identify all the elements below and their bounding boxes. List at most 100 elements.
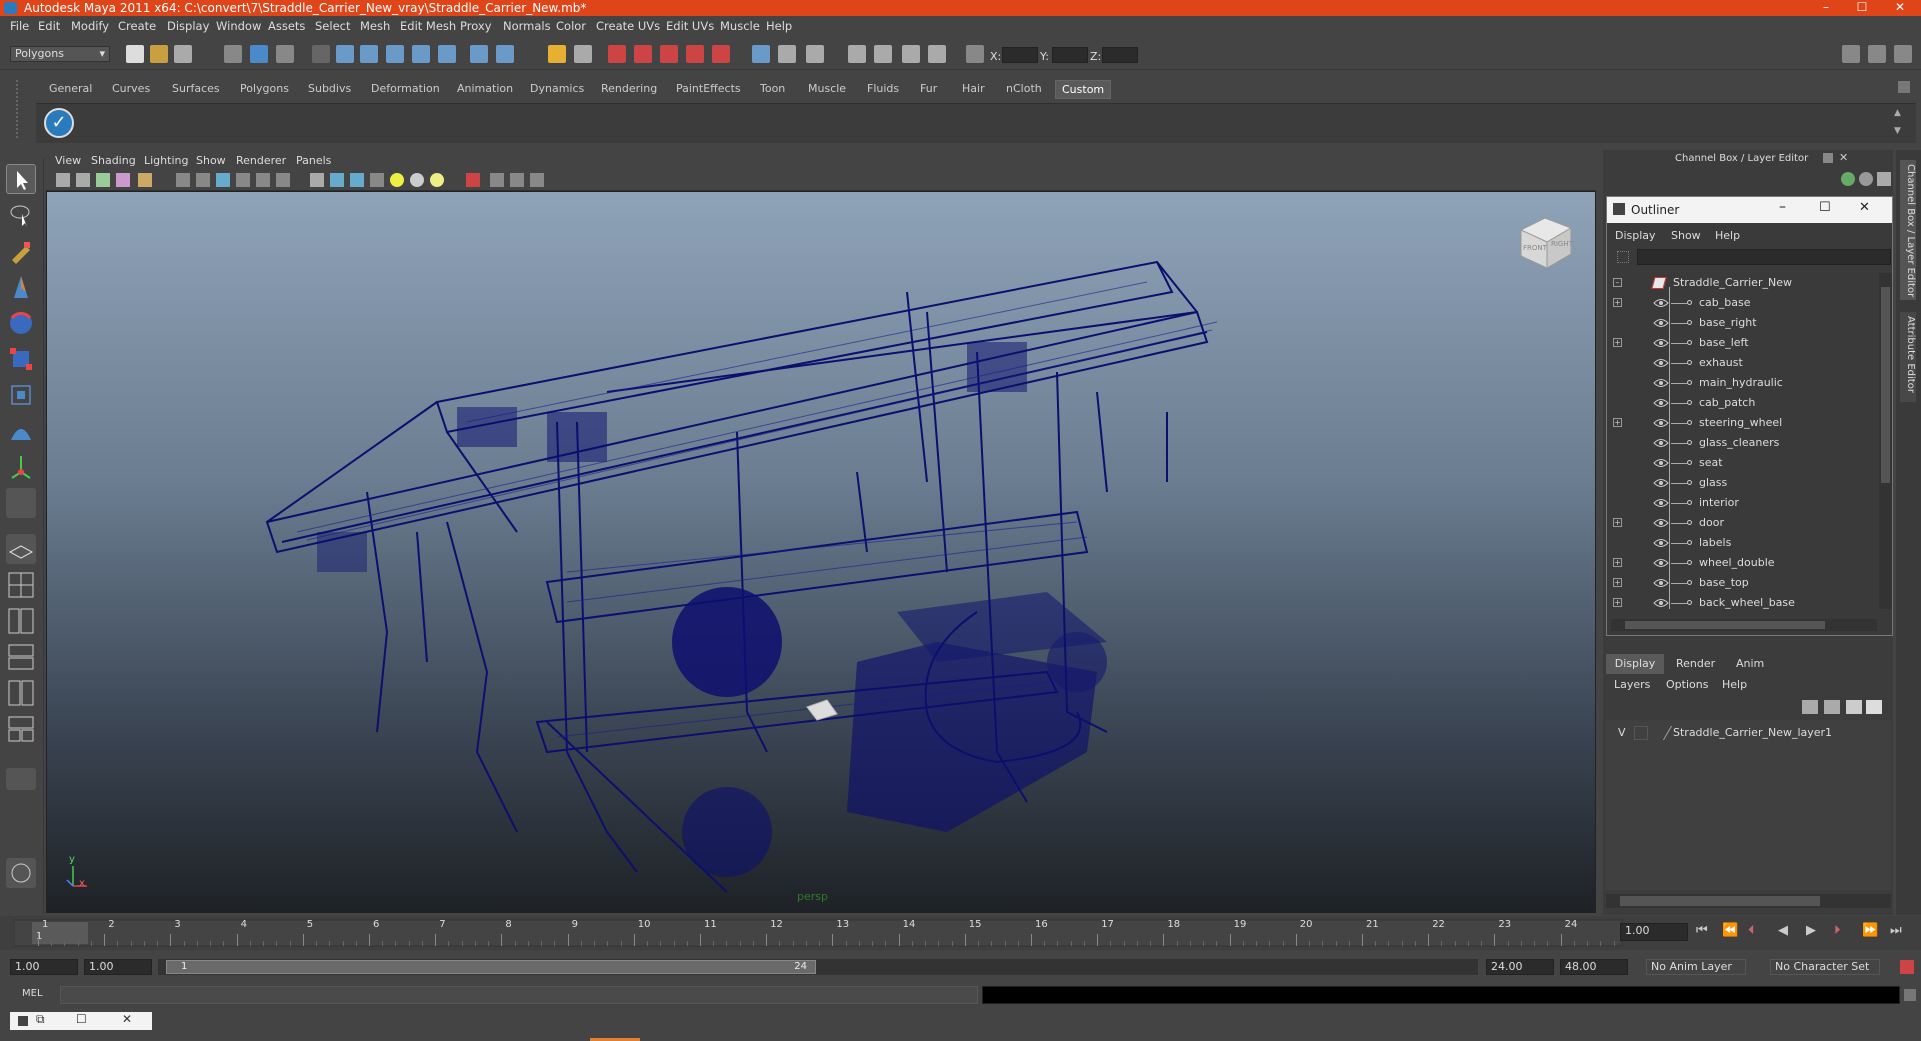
character-set-dropdown[interactable]: No Character Set <box>1770 959 1880 975</box>
filter-icon[interactable] <box>1617 251 1629 263</box>
shelf-tab-subdivs[interactable]: Subdivs <box>308 82 351 95</box>
layer-row[interactable]: V Straddle_Carrier_New_layer1 <box>1606 723 1891 743</box>
shelf-tab-rendering[interactable]: Rendering <box>601 82 657 95</box>
layout-hypershade-icon[interactable] <box>6 678 36 708</box>
select-by-object-icon[interactable] <box>250 45 268 63</box>
outliner-vscrollbar[interactable] <box>1879 273 1892 609</box>
anim-layer-dropdown[interactable]: No Anim Layer <box>1646 959 1746 975</box>
shelf-scroll-down-icon[interactable]: ▼ <box>1894 126 1904 136</box>
mel-label[interactable]: MEL <box>22 988 43 999</box>
layer-tab-display[interactable]: Display <box>1606 654 1664 674</box>
film-gate-icon[interactable] <box>196 173 210 187</box>
lock-icon[interactable] <box>548 45 566 63</box>
select-tool-icon[interactable] <box>6 164 36 194</box>
menu-edit[interactable]: Edit <box>38 19 60 33</box>
wireframe-icon[interactable] <box>310 173 324 187</box>
new-scene-icon[interactable] <box>126 45 144 63</box>
layer-tab-anim[interactable]: Anim <box>1736 657 1764 670</box>
hypershade-icon[interactable] <box>686 45 704 63</box>
image-plane-icon[interactable] <box>116 173 130 187</box>
expand-icon[interactable]: + <box>1613 518 1622 527</box>
snap-point-icon[interactable] <box>386 45 404 63</box>
snap-surface-icon[interactable] <box>438 45 456 63</box>
render-current-icon[interactable] <box>608 45 626 63</box>
menu-color[interactable]: Color <box>556 19 586 33</box>
go-to-start-icon[interactable]: ⏮ <box>1696 923 1708 938</box>
outliner-menu-help[interactable]: Help <box>1715 229 1740 242</box>
shelf-tab-muscle[interactable]: Muscle <box>808 82 846 95</box>
expand-icon[interactable]: + <box>1613 418 1622 427</box>
save-scene-icon[interactable] <box>174 45 192 63</box>
expand-icon[interactable]: + <box>1613 558 1622 567</box>
close-small-icon[interactable]: ✕ <box>122 1012 132 1026</box>
outliner-minimize-icon[interactable]: – <box>1779 199 1786 215</box>
outliner-vscroll-thumb[interactable] <box>1881 287 1890 483</box>
smooth-shade-icon[interactable] <box>330 173 344 187</box>
new-layer-icon[interactable] <box>1846 700 1862 714</box>
grid-icon[interactable] <box>176 173 190 187</box>
menu-create[interactable]: Create <box>118 19 156 33</box>
layer-visibility-toggle[interactable]: V <box>1618 726 1626 739</box>
soft-modification-icon[interactable] <box>6 416 36 446</box>
move-layer-up-icon[interactable] <box>1802 700 1818 714</box>
menu-assets[interactable]: Assets <box>268 19 305 33</box>
float-panel-icon[interactable] <box>1823 153 1833 163</box>
shelf-options-icon[interactable] <box>1898 81 1910 93</box>
outliner-item[interactable]: seat <box>1607 453 1877 473</box>
move-tool-icon[interactable] <box>6 272 36 302</box>
perspective-viewport[interactable]: FRONT RIGHT x y persp <box>46 191 1596 913</box>
collapse-icon[interactable]: – <box>1613 278 1622 287</box>
expand-icon[interactable]: + <box>1613 578 1622 587</box>
gate-mask-icon[interactable] <box>236 173 250 187</box>
outliner-root-row[interactable]: – Straddle_Carrier_New <box>1607 273 1877 293</box>
snap-curve-icon[interactable] <box>360 45 378 63</box>
shelf-tab-fur[interactable]: Fur <box>920 82 937 95</box>
animation-start-field[interactable]: 1.00 <box>10 959 78 975</box>
menu-proxy[interactable]: Proxy <box>460 19 492 33</box>
outliner-item[interactable]: labels <box>1607 533 1877 553</box>
layout-outliner-persp-icon[interactable] <box>6 606 36 636</box>
menu-edit-uvs[interactable]: Edit UVs <box>666 19 714 33</box>
viewport-menu-view[interactable]: View <box>55 154 81 167</box>
view-cube[interactable]: FRONT RIGHT <box>1515 212 1575 272</box>
layout-custom-icon[interactable] <box>6 714 36 744</box>
time-slider[interactable]: 1 1.00 ⏮ ⏪ ⏴ ◀ ▶ ⏵ ⏩ ⏭ 1 2 3 4 5 6 7 8 9 10 11 12 13… <box>0 916 1921 950</box>
layer-editor-icon[interactable] <box>902 45 920 63</box>
outliner-item[interactable]: interior <box>1607 493 1877 513</box>
shelf-drag-handle[interactable] <box>16 80 28 138</box>
tool-settings-icon[interactable] <box>848 45 866 63</box>
universal-manipulator-icon[interactable] <box>6 380 36 410</box>
show-channel-box-icon[interactable] <box>1842 45 1860 63</box>
script-editor-icon[interactable] <box>6 858 36 888</box>
outliner-menu-display[interactable]: Display <box>1615 229 1656 242</box>
playback-end-field[interactable]: 24.00 <box>1486 959 1554 975</box>
outliner-item[interactable]: cab_patch <box>1607 393 1877 413</box>
shelf-tab-ncloth[interactable]: nCloth <box>1006 82 1042 95</box>
outliner-close-icon[interactable]: ✕ <box>1859 200 1870 215</box>
layer-scrollbar[interactable] <box>1606 894 1891 908</box>
expand-icon[interactable]: + <box>1613 598 1622 607</box>
resolution-gate-icon[interactable] <box>216 173 230 187</box>
select-by-hierarchy-icon[interactable] <box>224 45 242 63</box>
layer-menu-options[interactable]: Options <box>1666 678 1708 691</box>
outliner-maximize-icon[interactable]: ☐ <box>1819 200 1831 215</box>
animation-end-field[interactable]: 48.00 <box>1560 959 1628 975</box>
play-backwards-icon[interactable]: ◀ <box>1778 923 1788 938</box>
layer-template-toggle[interactable] <box>1634 726 1648 740</box>
expand-icon[interactable]: + <box>1613 298 1622 307</box>
outliner-hscrollbar[interactable] <box>1611 619 1877 631</box>
viewport-menu-shading[interactable]: Shading <box>91 154 136 167</box>
step-forward-frame-icon[interactable]: ⏩ <box>1862 923 1878 938</box>
shelf-tab-fluids[interactable]: Fluids <box>867 82 899 95</box>
minimize-button[interactable]: – <box>1806 0 1846 16</box>
menu-edit-mesh[interactable]: Edit Mesh <box>400 19 456 33</box>
layer-color-swatch[interactable] <box>1649 726 1673 740</box>
shelf-tab-surfaces[interactable]: Surfaces <box>172 82 220 95</box>
menu-muscle[interactable]: Muscle <box>720 19 760 33</box>
side-tab-attribute-editor[interactable]: Attribute Editor <box>1900 312 1916 402</box>
go-to-end-icon[interactable]: ⏭ <box>1890 923 1902 938</box>
playback-start-field[interactable]: 1.00 <box>84 959 152 975</box>
selection-highlight-icon[interactable] <box>574 45 592 63</box>
menu-modify[interactable]: Modify <box>71 19 109 33</box>
layout-four-view-icon[interactable] <box>6 570 36 600</box>
